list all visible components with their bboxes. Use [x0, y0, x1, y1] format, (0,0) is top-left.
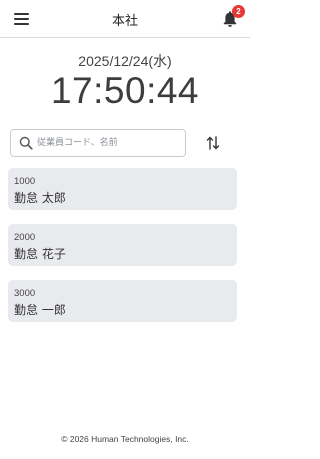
- employee-card[interactable]: 2000 勤怠 花子: [8, 224, 237, 266]
- sort-arrows-icon[interactable]: [206, 135, 220, 151]
- app-header: 本社 2: [0, 0, 250, 38]
- employee-card[interactable]: 1000 勤怠 太郎: [8, 168, 237, 210]
- current-time: 17:50:44: [50, 70, 200, 111]
- page-title: 本社: [111, 14, 138, 29]
- employee-code: 1000: [14, 176, 36, 187]
- search-icon: [19, 136, 33, 150]
- search-input[interactable]: [37, 133, 182, 153]
- employee-name: 勤怠 一郎: [14, 303, 66, 317]
- notification-badge: 2: [232, 5, 245, 18]
- employee-code: 2000: [14, 232, 36, 243]
- employee-name: 勤怠 太郎: [14, 191, 66, 205]
- employee-code: 3000: [14, 288, 36, 299]
- copyright-footer: © 2026 Human Technologies, Inc.: [61, 434, 189, 444]
- employee-name: 勤怠 花子: [14, 247, 66, 261]
- search-box: [10, 129, 186, 157]
- employee-card[interactable]: 3000 勤怠 一郎: [8, 280, 237, 322]
- current-date: 2025/12/24(水): [78, 53, 172, 69]
